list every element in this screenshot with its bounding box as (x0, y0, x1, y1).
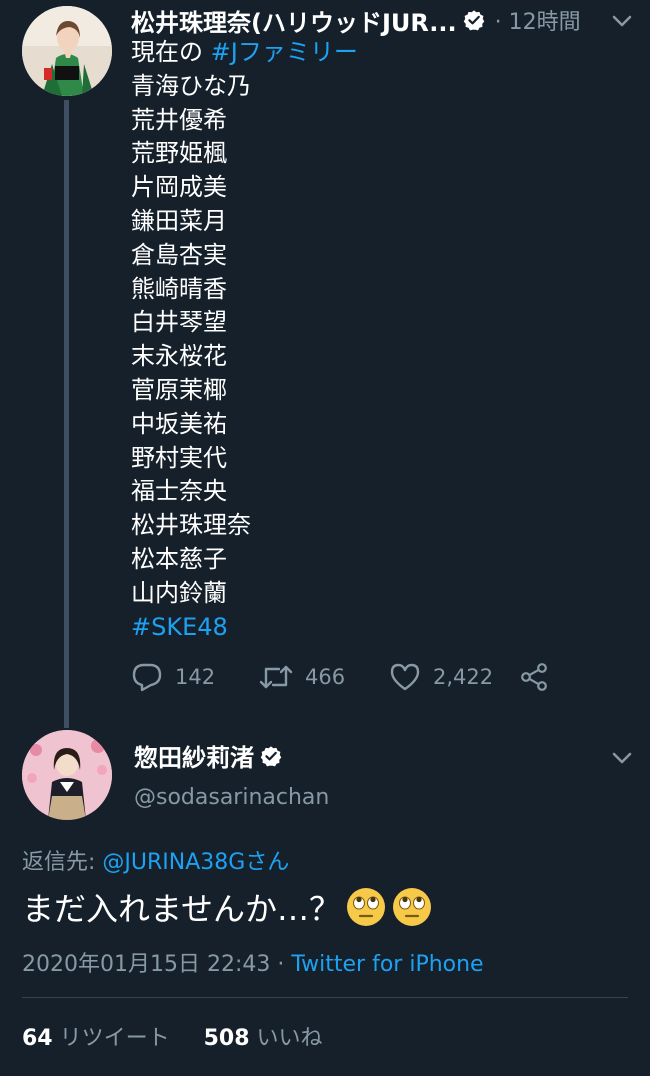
chevron-down-icon[interactable] (611, 14, 633, 28)
tweet2-text: まだ入れませんか…？ (22, 884, 433, 930)
member-name: 荒井優希 (131, 105, 227, 134)
member-name: 中坂美祐 (131, 409, 227, 438)
tweet2-author: 惣田紗莉渚 (134, 738, 282, 773)
hashtag-ske48[interactable]: #SKE48 (131, 611, 601, 645)
member-name: 野村実代 (131, 443, 227, 472)
tweet1-timestamp[interactable]: · 12時間 (495, 4, 581, 36)
tweet1-author-name[interactable]: 松井珠理奈(ハリウッドJUR... (131, 3, 457, 38)
member-name: 荒野姫楓 (131, 139, 227, 168)
member-name: 松本慈子 (131, 544, 227, 573)
member-name: 青海ひな乃 (131, 71, 251, 100)
member-name: 鎌田菜月 (131, 206, 227, 235)
retweet-icon (259, 665, 293, 689)
verified-badge-icon (463, 10, 484, 31)
like-count: 2,422 (433, 665, 494, 689)
avatar-jurina[interactable] (22, 6, 112, 96)
rolling-eyes-emoji (393, 888, 432, 926)
retweets-label: リツイート (52, 1026, 170, 1051)
tweet2-author-name[interactable]: 惣田紗莉渚 (134, 738, 254, 773)
reply-icon (132, 663, 162, 692)
retweets-number: 64 (22, 1026, 53, 1051)
member-name: 山内鈴蘭 (131, 578, 227, 607)
tweet2-text-content: まだ入れませんか…？ (22, 890, 342, 928)
member-name: 松井珠理奈 (131, 511, 251, 540)
tweet2-meta: 2020年01月15日 22:43 · Twitter for iPhone (22, 946, 484, 978)
tweet1-line-first: 現在の #Jファミリー (131, 36, 601, 70)
reply-button[interactable]: 142 (131, 660, 215, 694)
heart-icon (390, 663, 420, 691)
reply-mention-link[interactable]: @JURINA38Gさん (102, 850, 289, 875)
member-name: 白井琴望 (131, 308, 227, 337)
avatar-jurina-image (22, 6, 112, 96)
reply-prefix: 返信先: (22, 850, 103, 875)
like-button[interactable]: 2,422 (389, 660, 493, 694)
likes-number: 508 (203, 1026, 250, 1051)
share-icon (521, 663, 547, 691)
chevron-down-icon[interactable] (611, 751, 633, 765)
tweet2-handle[interactable]: @sodasarinachan (134, 785, 329, 810)
rolling-eyes-emoji (347, 888, 386, 926)
tweet1-header: 松井珠理奈(ハリウッドJUR... · 12時間 (131, 2, 641, 38)
tweet2-datetime: 2020年01月15日 22:43 · (22, 952, 292, 977)
tweet2-source-link[interactable]: Twitter for iPhone (291, 952, 483, 977)
verified-badge-icon (260, 745, 282, 766)
member-name: 末永桜花 (131, 342, 227, 371)
tweet2-stats: 64 リツイート 508 いいね (22, 1020, 323, 1052)
tweet-thread: 松井珠理奈(ハリウッドJUR... · 12時間 現在の #Jファミリー 青海ひ… (0, 0, 650, 1076)
avatar-soda[interactable] (22, 730, 112, 820)
tweet1-actions: 142 466 2,422 (131, 660, 611, 694)
tweet1-body: 現在の #Jファミリー 青海ひな乃 荒井優希 荒野姫楓 片岡成美 鎌田菜月 倉島… (131, 36, 601, 644)
divider (22, 997, 628, 998)
member-name: 福士奈央 (131, 477, 227, 506)
reply-count: 142 (175, 665, 216, 689)
tweet1-text-prefix: 現在の (131, 38, 211, 66)
share-button[interactable] (519, 660, 549, 694)
retweet-count: 466 (305, 665, 346, 689)
member-name: 片岡成美 (131, 173, 227, 202)
replying-to: 返信先: @JURINA38Gさん (22, 844, 289, 876)
member-name: 倉島杏実 (131, 240, 227, 269)
member-name: 熊崎晴香 (131, 274, 227, 303)
likes-label: いいね (249, 1026, 323, 1051)
member-name: 菅原茉椰 (131, 375, 227, 404)
hashtag-jfamily[interactable]: #Jファミリー (211, 38, 358, 66)
likes-stat[interactable]: 508 いいね (204, 1026, 323, 1051)
avatar-soda-image (22, 730, 112, 820)
retweets-stat[interactable]: 64 リツイート (22, 1026, 170, 1051)
thread-connector-line (64, 100, 69, 728)
retweet-button[interactable]: 466 (259, 660, 345, 694)
